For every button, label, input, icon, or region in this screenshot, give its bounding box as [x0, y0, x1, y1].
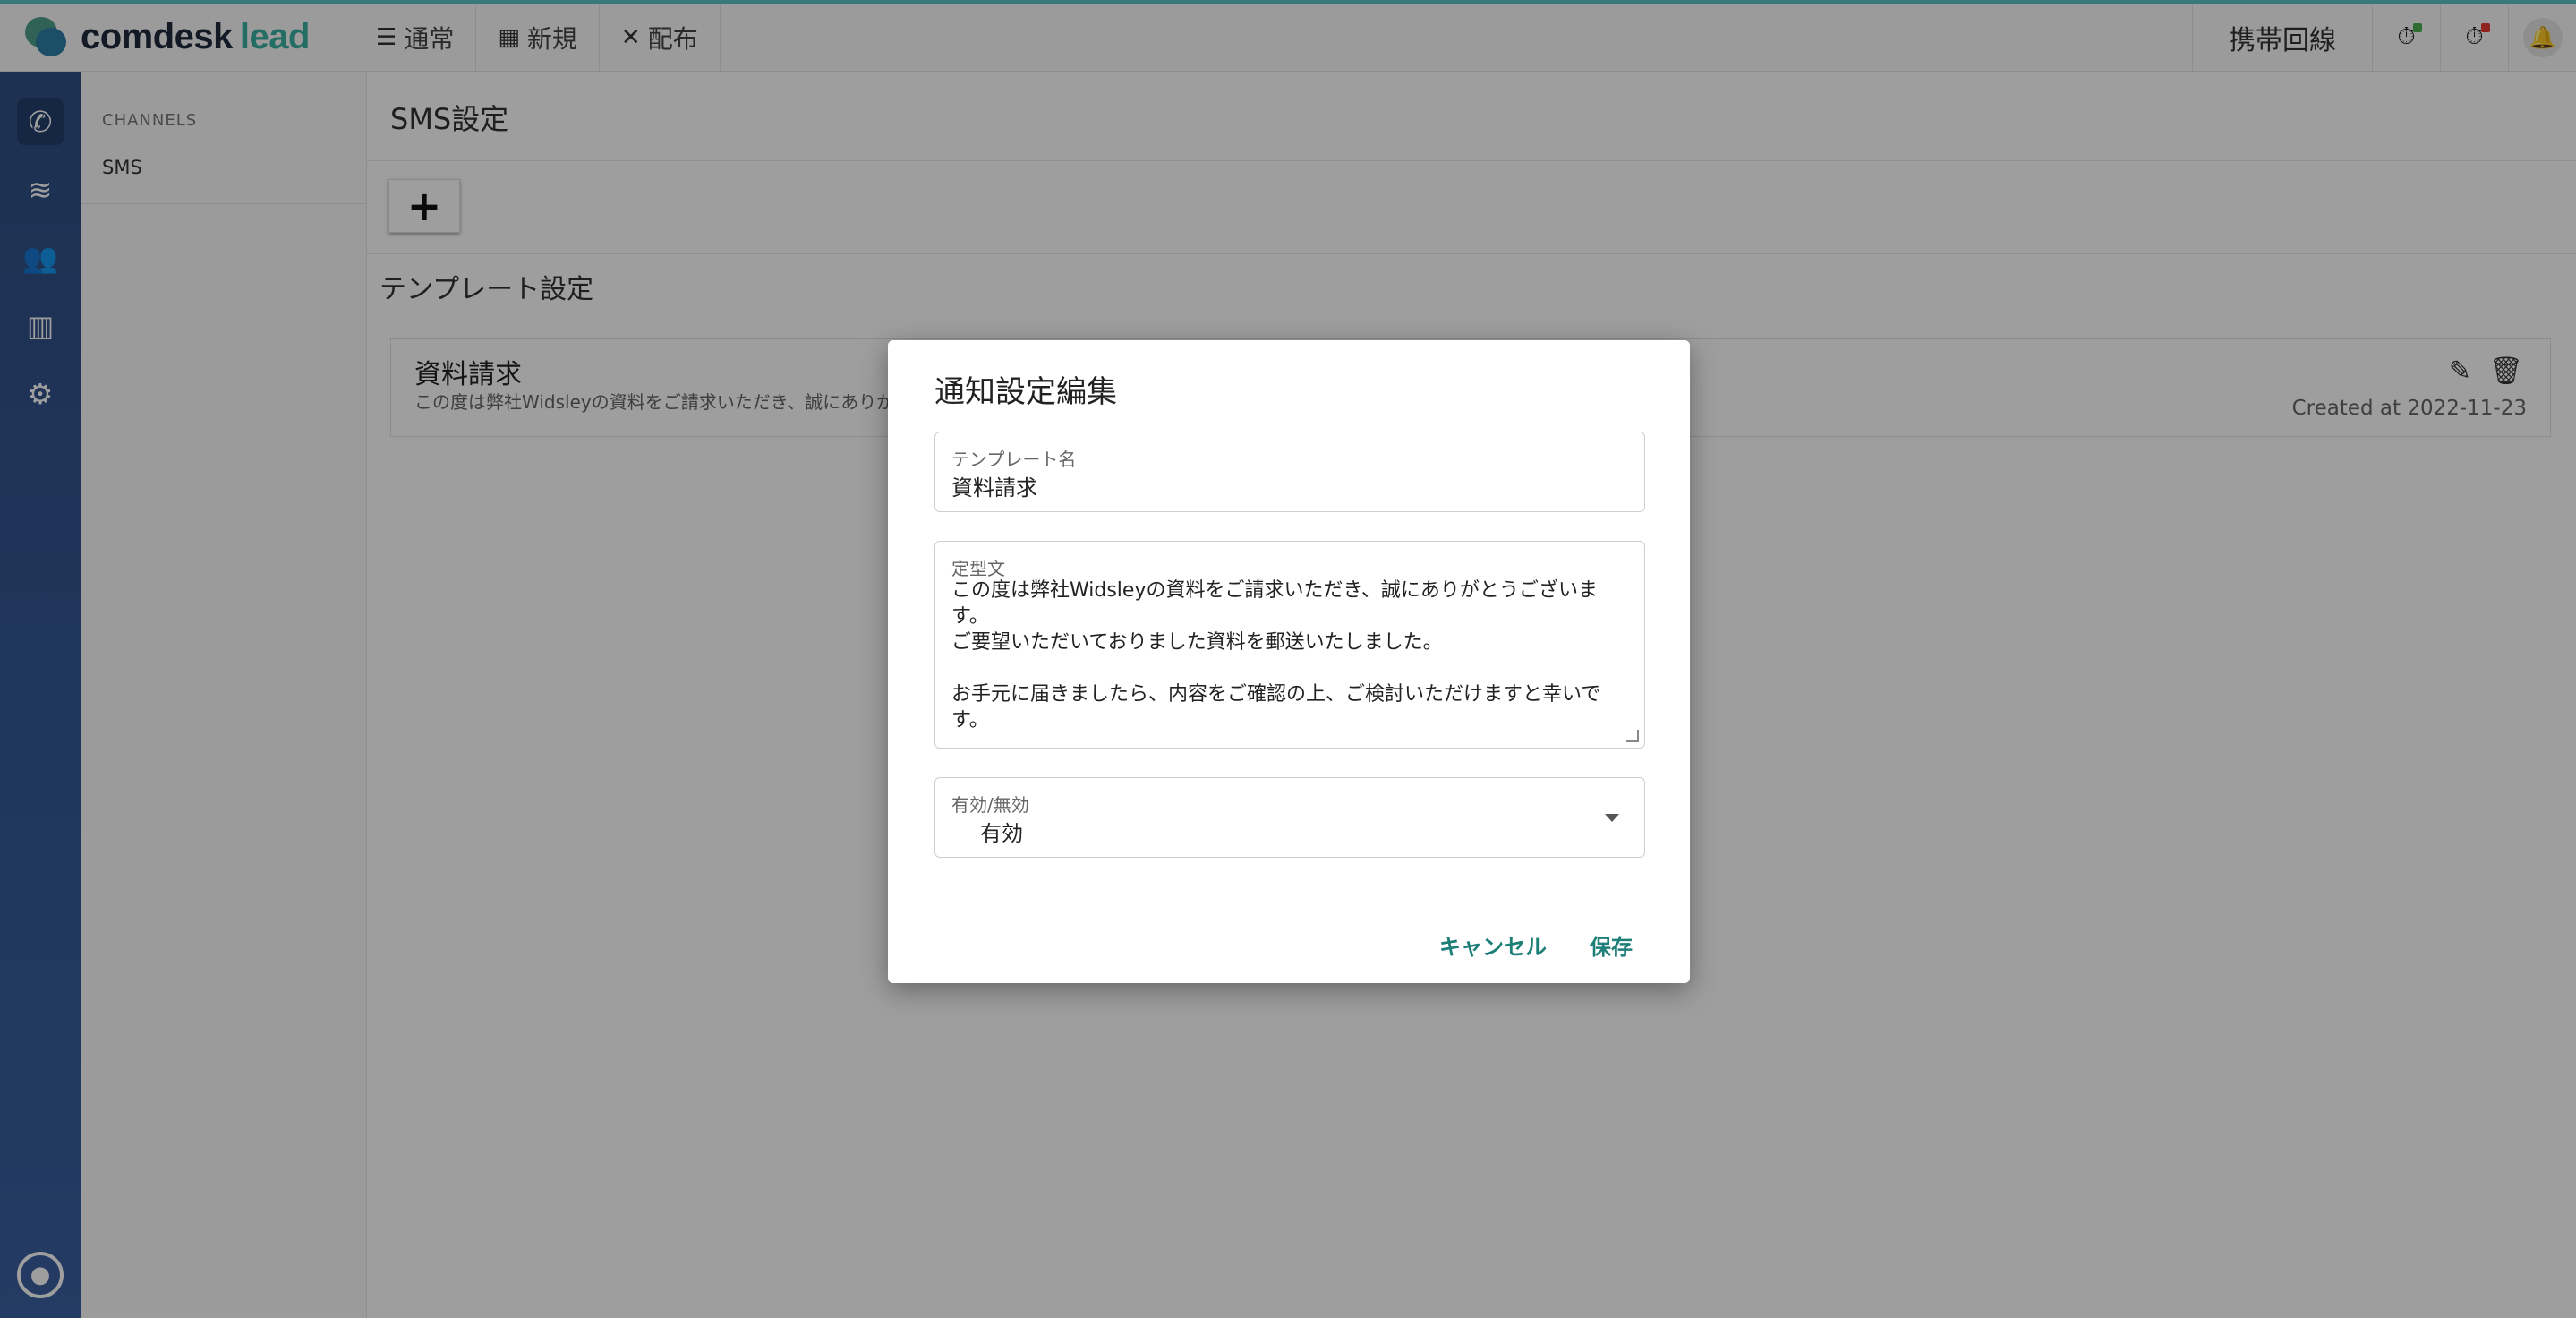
- template-body-field[interactable]: 定型文 この度は弊社Widsleyの資料をご請求いただき、誠にありがとうございま…: [934, 541, 1645, 749]
- status-select[interactable]: 有効/無効 有効: [934, 777, 1645, 858]
- cancel-button[interactable]: キャンセル: [1439, 929, 1547, 961]
- save-button[interactable]: 保存: [1590, 929, 1633, 961]
- resize-handle-icon[interactable]: [1626, 730, 1639, 742]
- edit-dialog: 通知設定編集 テンプレート名 資料請求 定型文 この度は弊社Widsleyの資料…: [888, 340, 1690, 983]
- status-label: 有効/無効: [951, 794, 1029, 816]
- dialog-title: 通知設定編集: [934, 374, 1117, 410]
- template-name-label: テンプレート名: [951, 449, 1077, 470]
- template-body-textarea[interactable]: この度は弊社Widsleyの資料をご請求いただき、誠にありがとうございます。 ご…: [951, 578, 1633, 733]
- chevron-down-icon: [1605, 814, 1619, 822]
- status-value: 有効: [980, 821, 1023, 846]
- template-name-field[interactable]: テンプレート名 資料請求: [934, 432, 1645, 512]
- template-name-input[interactable]: 資料請求: [951, 470, 1037, 501]
- template-body-label: 定型文: [951, 558, 1005, 579]
